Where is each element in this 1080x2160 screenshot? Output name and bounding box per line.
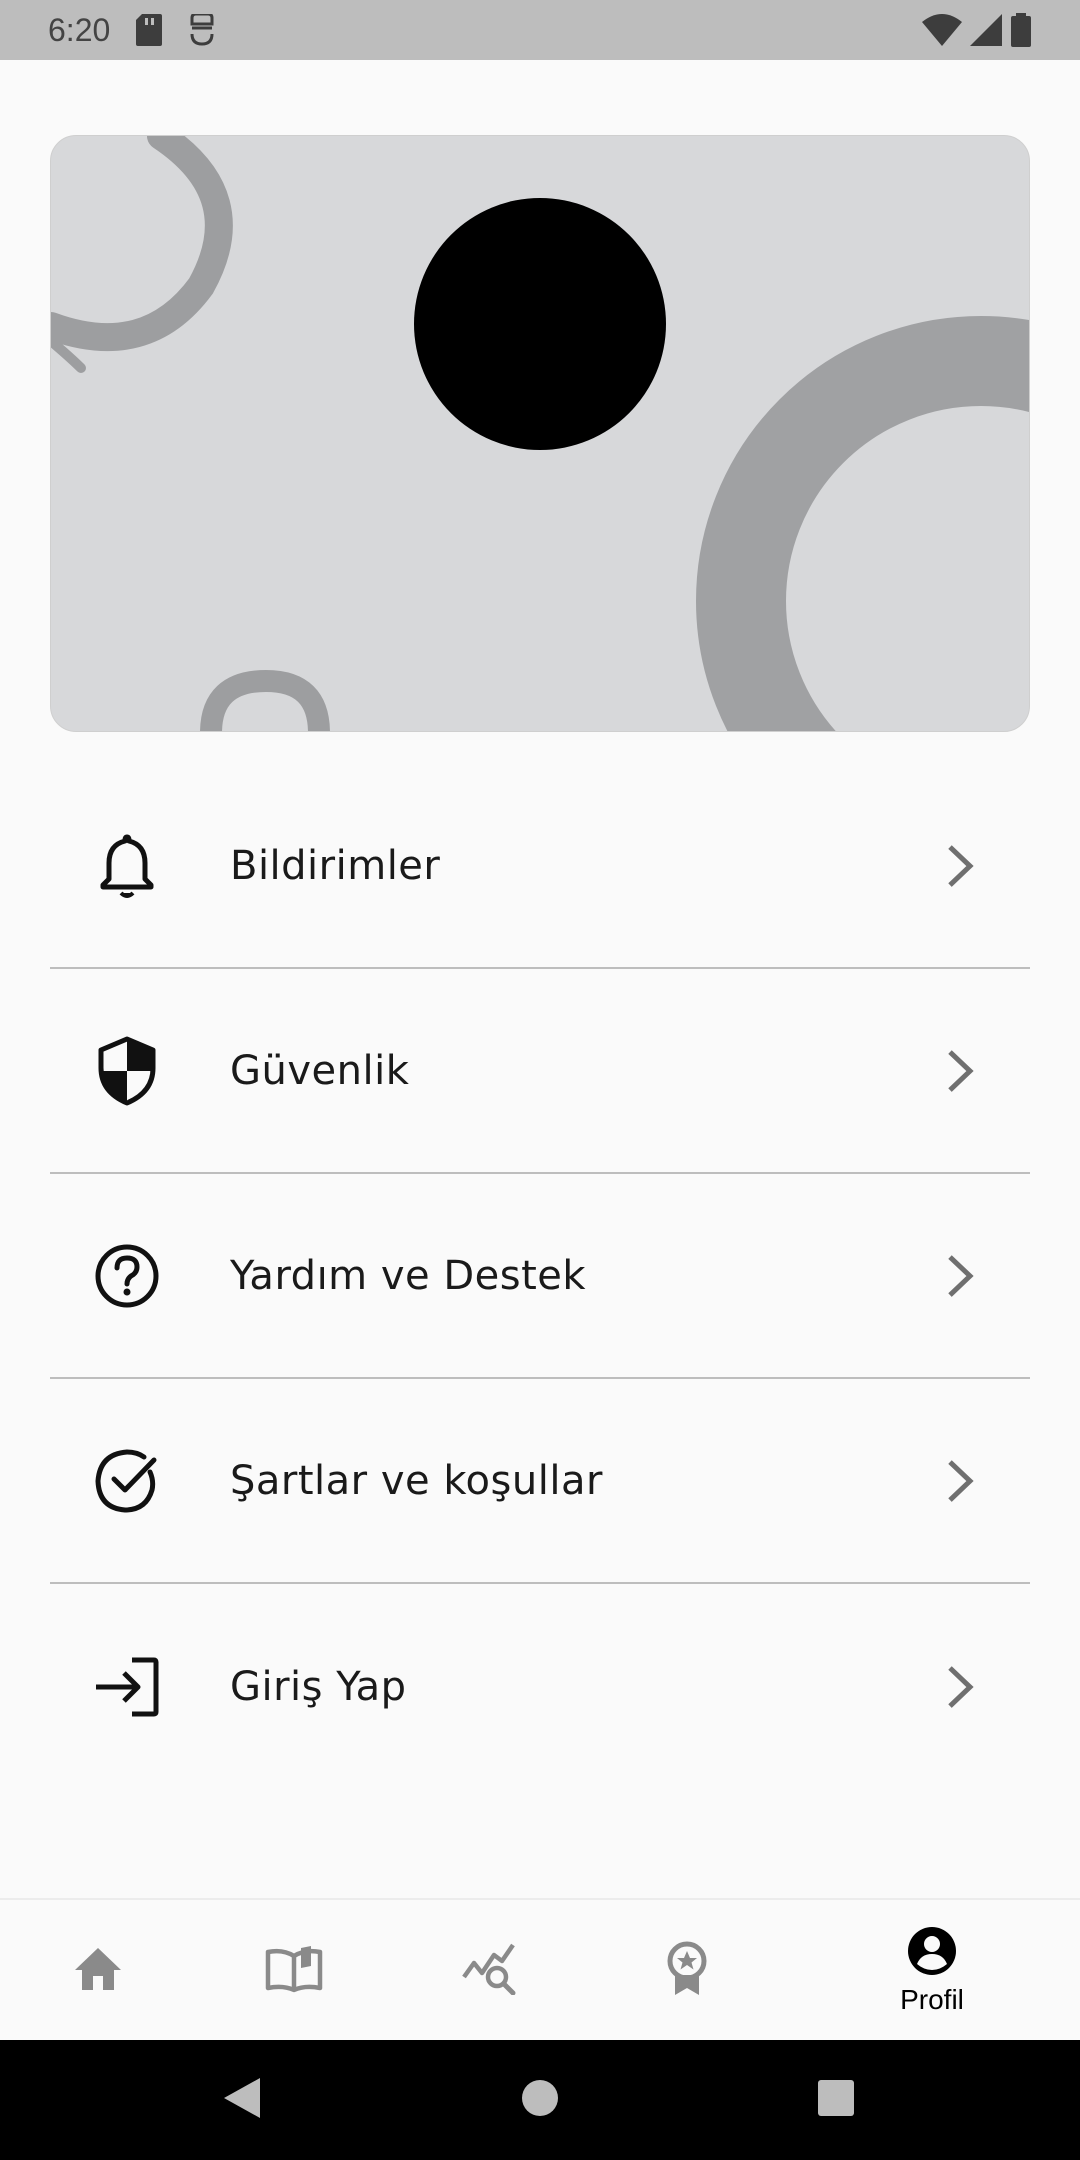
signal-icon — [970, 14, 1002, 46]
menu-item-terms[interactable]: Şartlar ve koşullar — [50, 1379, 1030, 1584]
menu-label: Şartlar ve koşullar — [230, 1457, 603, 1504]
bottom-navigation: Profil — [0, 1898, 1080, 2040]
profile-header-card — [50, 135, 1030, 732]
chevron-right-icon — [940, 1246, 980, 1306]
chevron-right-icon — [940, 1451, 980, 1511]
recents-button[interactable] — [796, 2040, 876, 2160]
nav-achievements[interactable] — [637, 1900, 737, 2042]
book-icon — [265, 1944, 323, 1998]
help-circle-icon — [92, 1241, 162, 1311]
menu-item-notifications[interactable]: Bildirimler — [50, 764, 1030, 969]
nav-home[interactable] — [48, 1900, 148, 2042]
sd-card-icon — [136, 14, 163, 46]
menu-label: Yardım ve Destek — [230, 1252, 587, 1299]
recents-square-icon — [816, 2078, 856, 2122]
home-icon — [73, 1946, 123, 1996]
check-circle-icon — [92, 1446, 162, 1516]
chart-search-icon — [461, 1943, 519, 1999]
shield-icon — [92, 1036, 162, 1106]
nav-profile-label: Profil — [900, 1984, 964, 2015]
home-circle-icon — [520, 2078, 560, 2122]
status-bar: 6:20 — [0, 0, 1080, 60]
status-time: 6:20 — [48, 11, 111, 48]
nav-analysis[interactable] — [440, 1900, 540, 2042]
menu-label: Giriş Yap — [230, 1663, 407, 1710]
avatar[interactable] — [414, 198, 666, 450]
back-triangle-icon — [222, 2076, 262, 2124]
nav-library[interactable] — [244, 1900, 344, 2042]
menu-item-help-support[interactable]: Yardım ve Destek — [50, 1174, 1030, 1379]
settings-menu: Bildirimler Güvenlik Yardım ve Destek Şa… — [50, 764, 1030, 1789]
chevron-right-icon — [940, 1041, 980, 1101]
menu-label: Bildirimler — [230, 842, 441, 889]
status-right — [922, 13, 1032, 47]
menu-label: Güvenlik — [230, 1047, 410, 1094]
menu-item-security[interactable]: Güvenlik — [50, 969, 1030, 1174]
system-navigation-bar — [0, 2040, 1080, 2160]
wifi-icon — [922, 14, 962, 46]
back-button[interactable] — [202, 2040, 282, 2160]
home-button[interactable] — [500, 2040, 580, 2160]
award-icon — [664, 1941, 710, 2001]
chevron-right-icon — [940, 836, 980, 896]
battery-icon — [1010, 13, 1032, 47]
login-icon — [92, 1652, 162, 1722]
profile-icon — [907, 1926, 957, 1980]
debug-icon — [188, 14, 216, 46]
nav-profile[interactable]: Profil — [882, 1900, 982, 2042]
menu-item-login[interactable]: Giriş Yap — [50, 1584, 1030, 1789]
bell-icon — [92, 831, 162, 901]
chevron-right-icon — [940, 1657, 980, 1717]
status-left: 6:20 — [48, 12, 216, 49]
